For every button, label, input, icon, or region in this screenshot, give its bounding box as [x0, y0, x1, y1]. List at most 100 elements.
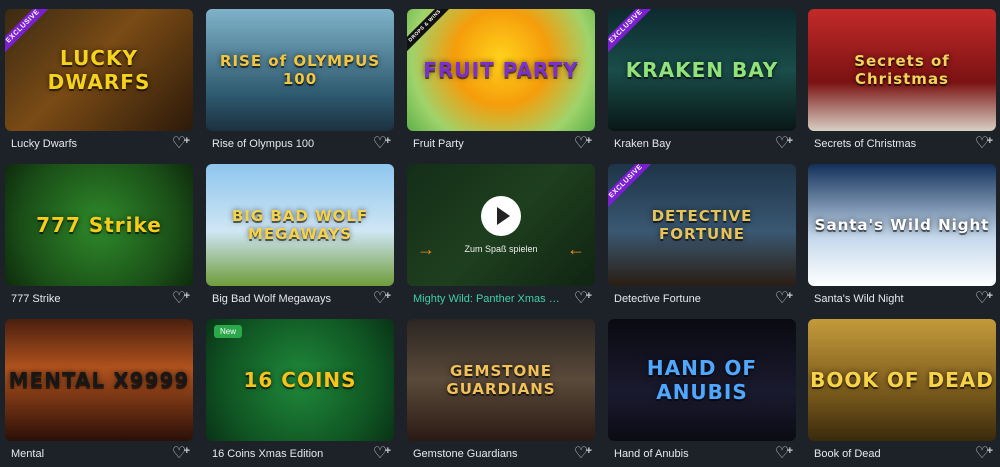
heart-plus-icon[interactable]: ♡ +	[571, 134, 592, 154]
game-title[interactable]: Secrets of Christmas	[814, 138, 916, 150]
heart-plus-icon[interactable]: ♡ +	[972, 289, 993, 309]
game-title[interactable]: Mental	[11, 448, 44, 460]
game-thumbnail[interactable]: BOOK OF DEAD	[808, 319, 996, 441]
game-card[interactable]: Santa's Wild Night Santa's Wild Night ♡ +	[808, 164, 996, 312]
game-thumbnail[interactable]: KRAKEN BAY EXCLUSIVE	[608, 9, 796, 131]
game-card[interactable]: BIG BAD WOLF MEGAWAYS Big Bad Wolf Megawa…	[206, 164, 394, 312]
game-title[interactable]: Mighty Wild: Panther Xmas Edition	[413, 293, 563, 305]
game-thumbnail[interactable]: BIG BAD WOLF MEGAWAYS	[206, 164, 394, 286]
play-icon[interactable]	[481, 196, 521, 236]
game-title[interactable]: Hand of Anubis	[614, 448, 689, 460]
heart-plus-icon[interactable]: ♡ +	[370, 134, 391, 154]
game-logo: MENTAL X9999	[8, 368, 190, 392]
game-card[interactable]: RISE of OLYMPUS 100 Rise of Olympus 100 ♡ +	[206, 9, 394, 157]
game-title[interactable]: Detective Fortune	[614, 293, 701, 305]
heart-plus-icon[interactable]: ♡ +	[169, 444, 190, 464]
game-card[interactable]: BOOK OF DEAD Book of Dead ♡ +	[808, 319, 996, 467]
game-logo: FRUIT PARTY	[423, 58, 579, 82]
game-thumbnail[interactable]: 777 Strike	[5, 164, 193, 286]
game-title[interactable]: Rise of Olympus 100	[212, 138, 314, 150]
heart-plus-icon[interactable]: ♡ +	[169, 134, 190, 154]
plus-icon: +	[183, 445, 190, 457]
game-title-row: Kraken Bay ♡ +	[608, 131, 796, 157]
heart-plus-icon[interactable]: ♡ +	[972, 444, 993, 464]
game-title-row: Mighty Wild: Panther Xmas Edition ♡+	[407, 286, 595, 312]
game-thumbnail[interactable]: GEMSTONE GUARDIANS	[407, 319, 595, 441]
game-thumbnail[interactable]: 16 COINS New	[206, 319, 394, 441]
plus-icon: +	[384, 290, 391, 302]
game-title-row: Big Bad Wolf Megaways ♡ +	[206, 286, 394, 312]
game-card[interactable]: 777 Strike 777 Strike ♡ +	[5, 164, 193, 312]
game-card[interactable]: MENTAL X9999 Mental ♡ +	[5, 319, 193, 467]
game-grid: LUCKY DWARFS EXCLUSIVE Lucky Dwarfs ♡ + RISE …	[0, 0, 1000, 463]
game-card[interactable]: LUCKY DWARFS EXCLUSIVE Lucky Dwarfs ♡ +	[5, 9, 193, 157]
game-thumbnail[interactable]: FRUIT PARTY DROPS & WINS	[407, 9, 595, 131]
game-title-row: 16 Coins Xmas Edition ♡ +	[206, 441, 394, 467]
game-title-row: Fruit Party ♡ +	[407, 131, 595, 157]
heart-plus-icon[interactable]: ♡ +	[772, 289, 793, 309]
plus-icon: +	[786, 135, 793, 147]
game-thumbnail[interactable]: Santa's Wild Night	[808, 164, 996, 286]
game-title-row: Detective Fortune ♡ +	[608, 286, 796, 312]
game-card[interactable]: → ← Zum Spaß spielen Mighty Wild: Panther X…	[407, 164, 595, 312]
heart-plus-icon[interactable]: ♡ +	[772, 444, 793, 464]
game-logo: 777 Strike	[36, 213, 162, 237]
heart-plus-icon[interactable]: ♡ +	[571, 289, 592, 309]
game-thumbnail[interactable]: RISE of OLYMPUS 100	[206, 9, 394, 131]
heart-plus-icon[interactable]: ♡ +	[370, 289, 391, 309]
game-thumbnail[interactable]: HAND OF ANUBIS	[608, 319, 796, 441]
heart-plus-icon[interactable]: ♡ +	[772, 134, 793, 154]
game-title-row: Mental ♡ +	[5, 441, 193, 467]
plus-icon: +	[786, 445, 793, 457]
new-badge: New	[214, 325, 243, 338]
game-thumbnail[interactable]: DETECTIVE FORTUNE EXCLUSIVE	[608, 164, 796, 286]
game-title-row: Secrets of Christmas ♡ +	[808, 131, 996, 157]
play-for-fun-button[interactable]: Zum Spaß spielen	[407, 244, 595, 254]
game-logo: Santa's Wild Night	[814, 216, 990, 234]
game-title[interactable]: Gemstone Guardians	[413, 448, 518, 460]
game-logo: DETECTIVE FORTUNE	[651, 207, 753, 243]
game-card[interactable]: GEMSTONE GUARDIANS Gemstone Guardians ♡ +	[407, 319, 595, 467]
game-logo: GEMSTONE GUARDIANS	[446, 362, 556, 398]
heart-plus-icon[interactable]: ♡ +	[571, 444, 592, 464]
game-thumbnail[interactable]: Secrets of Christmas	[808, 9, 996, 131]
game-title-row: Book of Dead ♡ +	[808, 441, 996, 467]
game-card[interactable]: HAND OF ANUBIS Hand of Anubis ♡ +	[608, 319, 796, 467]
game-title-row: Santa's Wild Night ♡ +	[808, 286, 996, 312]
game-thumbnail[interactable]: → ← Zum Spaß spielen	[407, 164, 595, 286]
plus-icon: +	[786, 290, 793, 302]
game-logo: Secrets of Christmas	[854, 52, 950, 88]
hover-overlay: → ← Zum Spaß spielen	[407, 164, 595, 286]
plus-icon: +	[986, 135, 993, 147]
game-thumbnail[interactable]: MENTAL X9999	[5, 319, 193, 441]
game-title[interactable]: Lucky Dwarfs	[11, 138, 77, 150]
game-title-row: Lucky Dwarfs ♡ +	[5, 131, 193, 157]
game-logo: RISE of OLYMPUS 100	[219, 52, 381, 88]
game-title[interactable]: 16 Coins Xmas Edition	[212, 448, 323, 460]
heart-plus-icon[interactable]: ♡ +	[370, 444, 391, 464]
plus-icon: +	[986, 445, 993, 457]
game-logo: KRAKEN BAY	[625, 58, 779, 82]
game-card[interactable]: DETECTIVE FORTUNE EXCLUSIVE Detective Fort…	[608, 164, 796, 312]
game-title-row: Rise of Olympus 100 ♡ +	[206, 131, 394, 157]
plus-icon: +	[585, 445, 592, 457]
game-thumbnail[interactable]: LUCKY DWARFS EXCLUSIVE	[5, 9, 193, 131]
game-card[interactable]: FRUIT PARTY DROPS & WINS Fruit Party ♡ +	[407, 9, 595, 157]
game-title[interactable]: Santa's Wild Night	[814, 293, 904, 305]
game-title[interactable]: Fruit Party	[413, 138, 464, 150]
game-card[interactable]: 16 COINS New 16 Coins Xmas Edition ♡ +	[206, 319, 394, 467]
plus-icon: +	[384, 445, 391, 457]
game-card[interactable]: KRAKEN BAY EXCLUSIVE Kraken Bay ♡ +	[608, 9, 796, 157]
plus-icon: +	[585, 290, 592, 302]
game-title[interactable]: Big Bad Wolf Megaways	[212, 293, 331, 305]
game-title-row: Gemstone Guardians ♡ +	[407, 441, 595, 467]
game-title[interactable]: 777 Strike	[11, 293, 61, 305]
game-title[interactable]: Kraken Bay	[614, 138, 671, 150]
game-logo: LUCKY DWARFS	[47, 46, 151, 94]
heart-plus-icon[interactable]: ♡ +	[972, 134, 993, 154]
game-title[interactable]: Book of Dead	[814, 448, 881, 460]
heart-plus-icon[interactable]: ♡ +	[169, 289, 190, 309]
game-card[interactable]: Secrets of Christmas Secrets of Christmas…	[808, 9, 996, 157]
game-title-row: Hand of Anubis ♡ +	[608, 441, 796, 467]
plus-icon: +	[183, 290, 190, 302]
